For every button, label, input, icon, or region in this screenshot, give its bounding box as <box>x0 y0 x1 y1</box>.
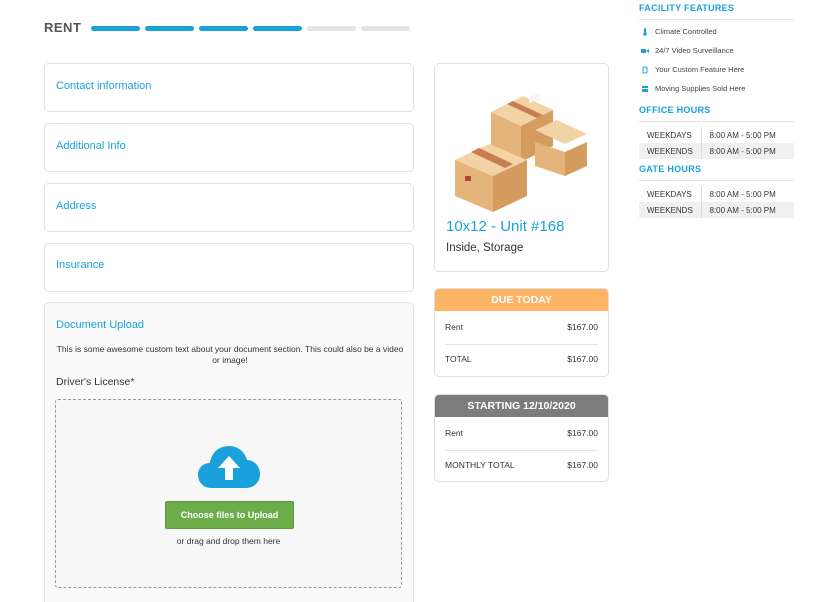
due-today-header: DUE TODAY <box>435 289 608 311</box>
drivers-license-label: Driver's License* <box>56 376 135 388</box>
hours-time: 8:00 AM - 5:00 PM <box>700 127 794 143</box>
office-hours-table: WEEKDAYS 8:00 AM - 5:00 PM WEEKENDS 8:00… <box>639 127 794 159</box>
hours-time: 8:00 AM - 5:00 PM <box>700 186 794 202</box>
step-5 <box>307 26 356 31</box>
unit-subtitle: Inside, Storage <box>446 242 524 254</box>
price-value: $167.00 <box>567 428 598 438</box>
feature-item: Moving Supplies Sold Here <box>641 84 745 93</box>
file-dropzone[interactable]: Choose files to Upload or drag and drop … <box>55 399 402 588</box>
starting-header: STARTING 12/10/2020 <box>435 395 608 417</box>
hand-icon <box>642 66 648 73</box>
box-icon <box>642 85 648 92</box>
divider <box>639 19 794 20</box>
thermometer-icon <box>643 27 647 36</box>
section-title-address[interactable]: Address <box>56 200 96 212</box>
price-row: Rent $167.00 <box>445 322 598 332</box>
divider <box>445 344 598 345</box>
unit-title: 10x12 - Unit #168 <box>446 218 565 235</box>
section-title-contact[interactable]: Contact information <box>56 80 151 92</box>
video-camera-icon <box>641 48 649 53</box>
price-value: $167.00 <box>567 322 598 332</box>
price-label: Rent <box>445 322 463 332</box>
hours-day: WEEKDAYS <box>647 189 692 199</box>
section-additional-info[interactable]: Additional Info <box>44 123 414 172</box>
step-4 <box>253 26 302 31</box>
price-row: TOTAL $167.00 <box>445 354 598 364</box>
cloud-upload-icon <box>198 446 260 488</box>
document-description: This is some awesome custom text about y… <box>56 344 404 365</box>
price-value: $167.00 <box>567 460 598 470</box>
step-3 <box>199 26 248 31</box>
feature-label: 24/7 Video Surveillance <box>655 46 734 55</box>
section-address[interactable]: Address <box>44 183 414 232</box>
feature-label: Moving Supplies Sold Here <box>655 84 746 93</box>
storage-boxes-image <box>455 92 587 212</box>
starting-box: STARTING 12/10/2020 Rent $167.00 MONTHLY… <box>434 394 609 482</box>
page-title: RENT <box>44 20 82 35</box>
gate-hours-heading: GATE HOURS <box>639 164 702 174</box>
section-title-insurance[interactable]: Insurance <box>56 259 104 271</box>
section-document-upload: Document Upload This is some awesome cus… <box>44 302 414 602</box>
divider <box>639 121 794 122</box>
unit-card: 10x12 - Unit #168 Inside, Storage <box>434 63 609 272</box>
drag-drop-hint: or drag and drop them here <box>176 536 281 546</box>
price-label: MONTHLY TOTAL <box>445 460 515 470</box>
hours-day: WEEKDAYS <box>647 130 692 140</box>
table-row: WEEKENDS 8:00 AM - 5:00 PM <box>639 202 794 218</box>
table-row: WEEKDAYS 8:00 AM - 5:00 PM <box>639 186 794 202</box>
feature-item: 24/7 Video Surveillance <box>641 46 734 55</box>
table-row: WEEKENDS 8:00 AM - 5:00 PM <box>639 143 794 159</box>
price-value: $167.00 <box>567 354 598 364</box>
section-contact-information[interactable]: Contact information <box>44 63 414 112</box>
hours-time: 8:00 AM - 5:00 PM <box>700 202 794 218</box>
due-today-box: DUE TODAY Rent $167.00 TOTAL $167.00 <box>434 288 609 377</box>
feature-item: Your Custom Feature Here <box>641 65 744 74</box>
gate-hours-table: WEEKDAYS 8:00 AM - 5:00 PM WEEKENDS 8:00… <box>639 186 794 218</box>
facility-features-heading: FACILITY FEATURES <box>639 3 735 13</box>
office-hours-heading: OFFICE HOURS <box>639 105 711 115</box>
price-row: MONTHLY TOTAL $167.00 <box>445 460 598 470</box>
section-title-additional[interactable]: Additional Info <box>56 140 126 152</box>
choose-files-button[interactable]: Choose files to Upload <box>165 501 294 529</box>
section-insurance[interactable]: Insurance <box>44 243 414 292</box>
table-row: WEEKDAYS 8:00 AM - 5:00 PM <box>639 127 794 143</box>
divider <box>639 180 794 181</box>
feature-item: Climate Controlled <box>641 27 717 36</box>
hours-time: 8:00 AM - 5:00 PM <box>700 143 794 159</box>
feature-label: Your Custom Feature Here <box>655 65 745 74</box>
section-title-document-upload[interactable]: Document Upload <box>56 319 144 331</box>
step-1 <box>91 26 140 31</box>
step-6 <box>361 26 410 31</box>
hours-day: WEEKENDS <box>639 143 701 159</box>
divider <box>445 450 598 451</box>
price-label: TOTAL <box>445 354 472 364</box>
step-2 <box>145 26 194 31</box>
progress-stepper <box>91 26 410 31</box>
price-label: Rent <box>445 428 463 438</box>
hours-day: WEEKENDS <box>639 202 701 218</box>
feature-label: Climate Controlled <box>655 27 717 36</box>
price-row: Rent $167.00 <box>445 428 598 438</box>
